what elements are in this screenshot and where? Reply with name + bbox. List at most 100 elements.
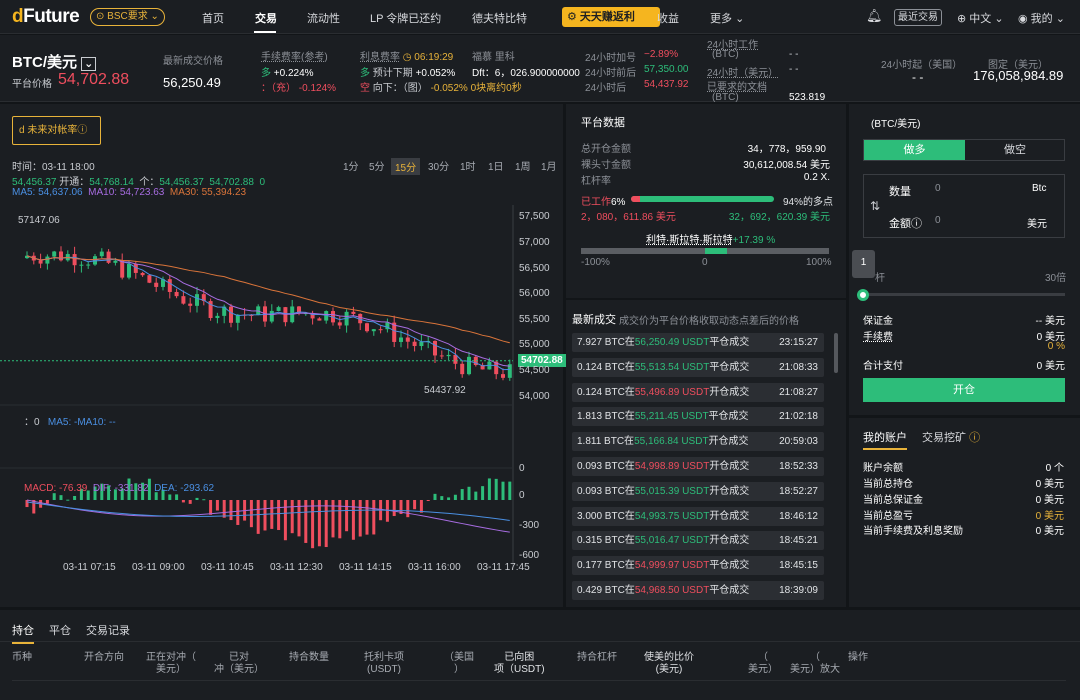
ma30-line	[26, 255, 510, 344]
tab-trade-history[interactable]: 交易记录	[86, 622, 130, 638]
price-tick: 54,500	[519, 365, 550, 376]
chevron-down-icon: ⌄	[81, 57, 97, 71]
column-header: 已向困 项（USDT)	[494, 652, 545, 675]
nav-daily-rebate[interactable]: ⚙ 天天赚返利	[562, 7, 660, 27]
nav-liquidity[interactable]: 流动性	[307, 10, 340, 26]
leverage-slider[interactable]	[863, 293, 1065, 296]
swap-icon[interactable]: ⇅	[870, 199, 880, 213]
timeframe-7[interactable]: 1月	[541, 158, 557, 173]
macd-bar	[188, 500, 192, 504]
candle-body	[52, 251, 57, 257]
candle-body	[446, 354, 451, 357]
bell-icon[interactable]: 🔔︎	[866, 8, 883, 24]
trade-type: 开仓成交	[708, 436, 749, 448]
amount-input[interactable]: 0	[935, 215, 941, 226]
macd-bar	[195, 497, 199, 500]
timeframe-1[interactable]: 5分	[369, 158, 385, 173]
timeframe-3[interactable]: 30分	[428, 158, 449, 173]
timeframe-2[interactable]: 15分	[391, 158, 421, 175]
trade-type: 平仓成交	[709, 585, 750, 596]
trade-row: 7.927 BTC在56,250.49 USDT平仓成交 23:15:27	[572, 333, 824, 352]
nav-trade[interactable]: 交易	[255, 10, 277, 26]
macd-bar	[73, 496, 77, 500]
long-tab[interactable]: 做多	[864, 140, 965, 160]
macd-bar	[311, 500, 315, 549]
candle-body	[195, 294, 199, 306]
macd-bar	[59, 495, 63, 500]
account-row-value: 0 美元	[1035, 511, 1064, 522]
network-selector[interactable]: ⊙ BSC要求 ⌄	[90, 8, 165, 26]
leverage-badge: 1	[852, 250, 875, 278]
trades-scrollbar[interactable]	[834, 333, 838, 373]
candle-body	[147, 275, 152, 283]
macd-tick: 0	[519, 490, 525, 501]
price-tick: 57,000	[519, 237, 550, 248]
nav-more[interactable]: 更多 ⌄	[710, 10, 744, 26]
column-header: （美国 ）	[444, 652, 474, 675]
quantity-input[interactable]: 0	[935, 183, 941, 194]
candle-body	[59, 251, 63, 261]
nav-active-indicator	[254, 31, 276, 33]
short-tab[interactable]: 做空	[965, 140, 1065, 160]
macd-bar	[25, 500, 29, 508]
macd-bar	[433, 493, 437, 500]
column-header: 持合杠杆	[577, 652, 617, 663]
time-tick: 03-11 17:45	[477, 562, 530, 573]
pair-selector[interactable]: BTC/美元 ⌄	[12, 51, 97, 72]
trade-time: 18:52:27	[779, 485, 818, 497]
nav-lp-token[interactable]: LP 令牌已还约	[370, 10, 441, 26]
candlestick-chart[interactable]	[0, 200, 563, 580]
trade-qty: 0.124 BTC在	[577, 361, 635, 373]
macd-bar	[202, 499, 206, 501]
top-nav: dFuture ⊙ BSC要求 ⌄ 首页 交易 流动性 LP 令牌已还约 德夫特…	[0, 0, 1080, 34]
timeframe-6[interactable]: 1周	[515, 158, 531, 173]
candle-body	[174, 291, 179, 297]
candle-body	[79, 264, 84, 266]
trade-type: 开仓成交	[709, 461, 750, 472]
macd-bar	[365, 500, 369, 535]
candle-body	[351, 311, 356, 314]
leverage-slider-handle[interactable]	[857, 289, 869, 301]
candle-body	[439, 355, 444, 357]
trade-message: 7.927 BTC在56,250.49 USDT平仓成交	[577, 333, 749, 352]
nav-deft-bit[interactable]: 德夫特比特	[472, 10, 527, 26]
macd-bar	[181, 500, 185, 503]
macd-bar	[324, 500, 328, 548]
recent-trades-button[interactable]: 最近交易	[894, 9, 942, 26]
trade-qty: 0.124 BTC在	[577, 386, 635, 398]
macd-bar	[317, 500, 321, 547]
candle-body	[215, 315, 220, 319]
macd-bar	[66, 499, 70, 501]
tab-trade-mining[interactable]: 交易挖矿 ⓘ	[922, 429, 980, 445]
info-icon: ⓘ	[969, 432, 981, 444]
trade-message: 0.124 BTC在55,496.89 USDT开仓成交	[577, 383, 749, 402]
tab-closed[interactable]: 平仓	[49, 622, 71, 638]
clock-icon: ◷	[402, 52, 412, 63]
nav-home[interactable]: 首页	[202, 10, 224, 26]
macd-bar	[487, 478, 491, 500]
funding-rate-button[interactable]: d 未来对帐率ⓘ	[12, 116, 101, 145]
macd-bar	[447, 497, 451, 500]
column-header: 正在对冲（ 美元）	[146, 652, 196, 675]
timeframe-0[interactable]: 1分	[343, 158, 359, 173]
user-icon: ◉	[1018, 13, 1028, 25]
user-menu[interactable]: ◉ 我的 ⌄	[1018, 10, 1065, 26]
column-header: 已对 冲（美元）	[214, 652, 264, 675]
timeframe-5[interactable]: 1日	[488, 158, 504, 173]
time-tick: 03-11 14:15	[339, 562, 392, 573]
trade-type: 平仓成交	[709, 361, 750, 373]
trade-message: 0.093 BTC在55,015.39 USDT开仓成交	[577, 482, 749, 501]
tab-my-account[interactable]: 我的账户	[863, 429, 907, 450]
timeframe-4[interactable]: 1时	[460, 158, 476, 173]
macd-bar	[283, 500, 287, 541]
trade-price: 55,211.45 USDT	[634, 411, 709, 423]
logo[interactable]: dFuture	[12, 6, 80, 28]
nav-earnings[interactable]: 收益	[657, 10, 679, 26]
column-header: 币种	[12, 652, 32, 663]
candle-body	[433, 340, 437, 356]
candle-body	[269, 310, 274, 322]
open-position-button[interactable]: 开仓	[863, 378, 1065, 402]
candle-body	[399, 337, 403, 342]
language-selector[interactable]: ⊕ 中文 ⌄	[957, 10, 1004, 26]
candle-body	[460, 363, 465, 375]
